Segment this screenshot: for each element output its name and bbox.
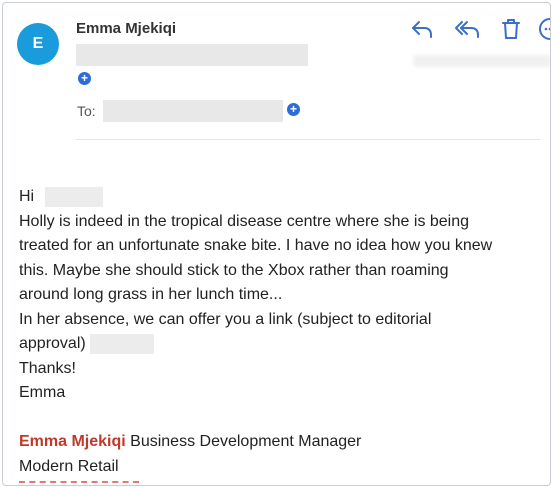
more-icon <box>539 18 550 40</box>
cut-off-signature-edge <box>19 481 139 483</box>
body-line: In her absence, we can offer you a link … <box>19 310 432 328</box>
approval-text: approval) <box>19 335 86 352</box>
body-line: this. Maybe she should stick to the Xbox… <box>19 261 449 279</box>
header-divider <box>76 139 540 140</box>
trash-icon <box>502 19 520 39</box>
body-line: Holly is indeed in the tropical disease … <box>19 212 470 230</box>
approval-line: approval) <box>19 332 539 357</box>
signature-line: Emma Mjekiqi Business Development Manage… <box>19 430 539 455</box>
signoff-line: Emma <box>19 384 66 401</box>
sender-address-redacted <box>76 44 308 66</box>
to-label: To: <box>77 103 96 119</box>
more-actions-button[interactable] <box>536 15 550 43</box>
body-line: treated for an unfortunate snake bite. I… <box>19 237 493 254</box>
reply-all-icon <box>455 21 479 38</box>
expand-sender-icon[interactable]: + <box>78 72 91 85</box>
link-price-redacted <box>90 333 155 354</box>
greeting: Hi <box>19 188 35 205</box>
reply-icon <box>412 21 432 38</box>
email-message-pane: E Emma Mjekiqi + To: + Hi Holly is indee… <box>2 2 551 486</box>
message-body: Hi Holly is indeed in the tropical disea… <box>19 185 539 479</box>
body-line: around long grass in her lunch time... <box>19 286 283 303</box>
reply-button[interactable] <box>408 15 436 43</box>
thanks-line: Thanks! <box>19 359 76 377</box>
delete-button[interactable] <box>497 15 525 43</box>
sender-name[interactable]: Emma Mjekiqi <box>76 20 176 37</box>
signature-name: Emma Mjekiqi <box>19 433 126 450</box>
sender-avatar[interactable]: E <box>17 23 59 65</box>
signature-company: Modern Retail <box>19 457 119 475</box>
reply-all-button[interactable] <box>453 15 481 43</box>
expand-recipients-icon[interactable]: + <box>287 103 300 116</box>
recipient-name-redacted <box>44 186 103 207</box>
greeting-line: Hi <box>19 185 539 210</box>
date-redacted <box>413 55 550 67</box>
signature-title: Business Development Manager <box>125 433 362 450</box>
recipient-redacted <box>103 100 283 122</box>
